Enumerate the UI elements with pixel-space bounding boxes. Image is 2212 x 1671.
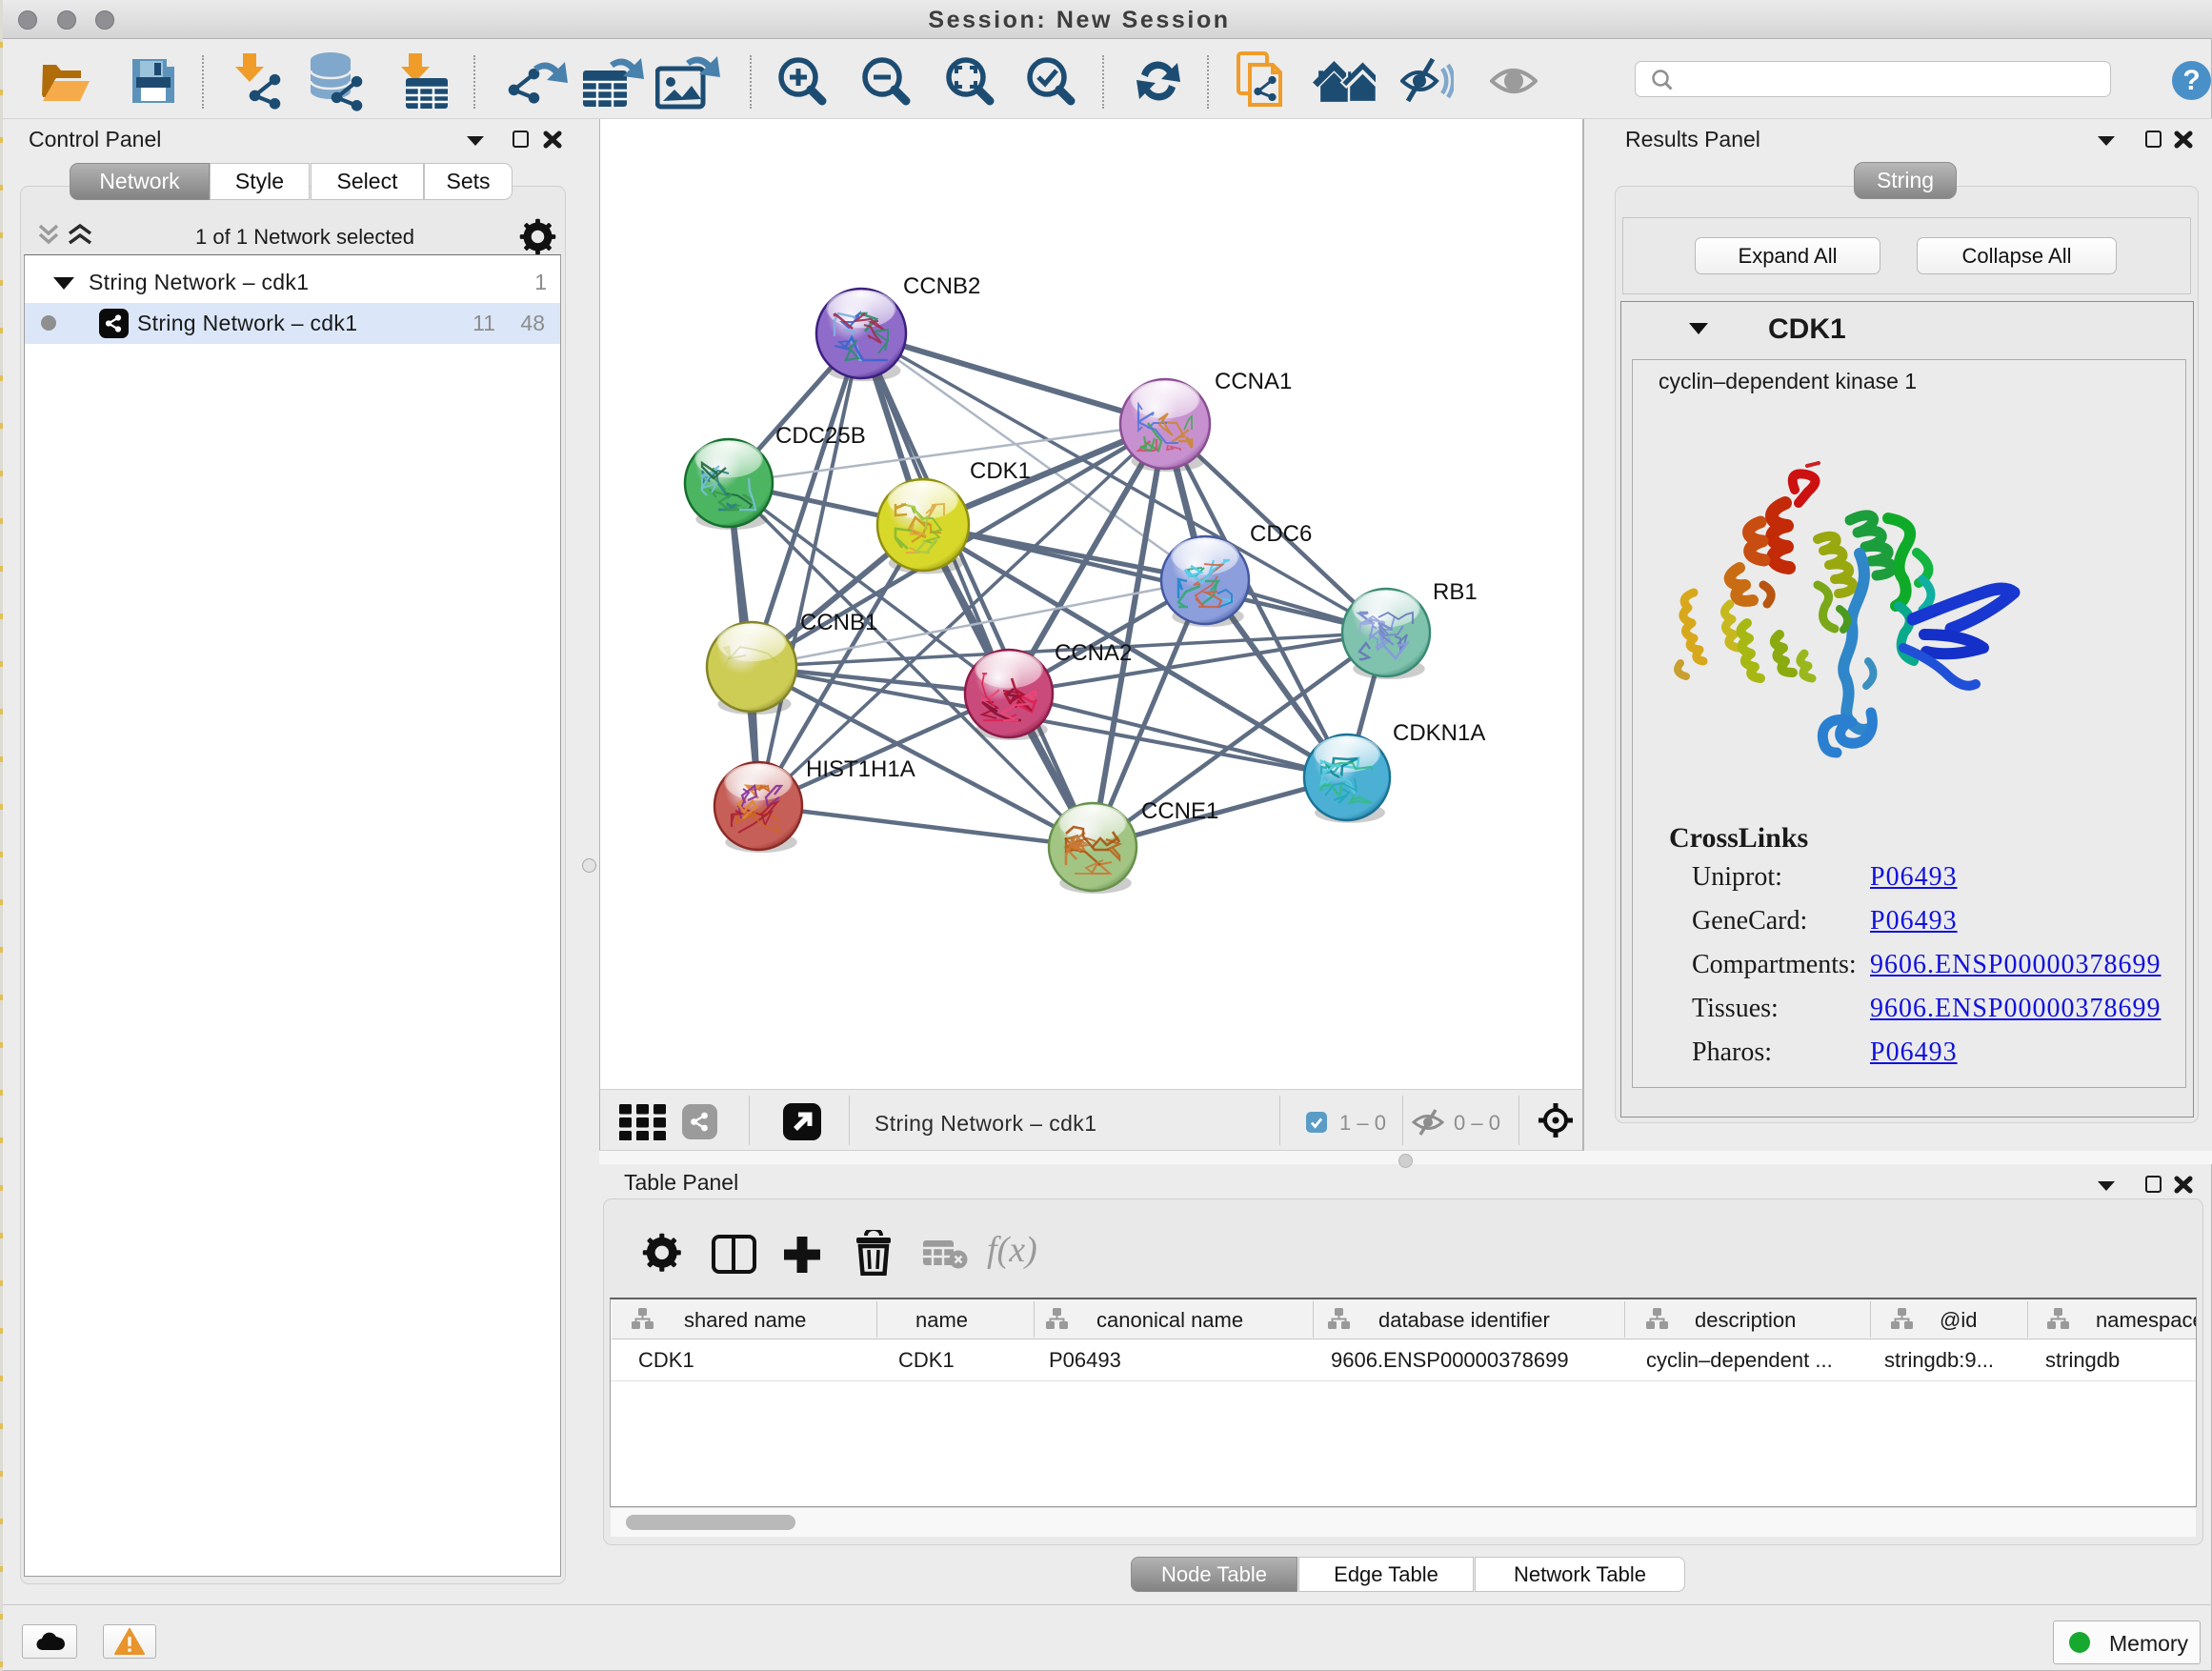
svg-text:CCNA1: CCNA1 xyxy=(1215,369,1292,394)
svg-text:RB1: RB1 xyxy=(1433,579,1478,605)
svg-text:CCNB2: CCNB2 xyxy=(903,273,980,299)
svg-text:CDC25B: CDC25B xyxy=(775,423,866,449)
svg-text:CDK1: CDK1 xyxy=(970,458,1031,484)
svg-text:HIST1H1A: HIST1H1A xyxy=(806,756,915,782)
svg-text:CCNB1: CCNB1 xyxy=(800,610,877,635)
svg-text:CCNE1: CCNE1 xyxy=(1141,798,1218,824)
svg-text:CDKN1A: CDKN1A xyxy=(1393,720,1485,746)
svg-text:CDC6: CDC6 xyxy=(1250,521,1312,547)
svg-text:CCNA2: CCNA2 xyxy=(1055,640,1132,666)
